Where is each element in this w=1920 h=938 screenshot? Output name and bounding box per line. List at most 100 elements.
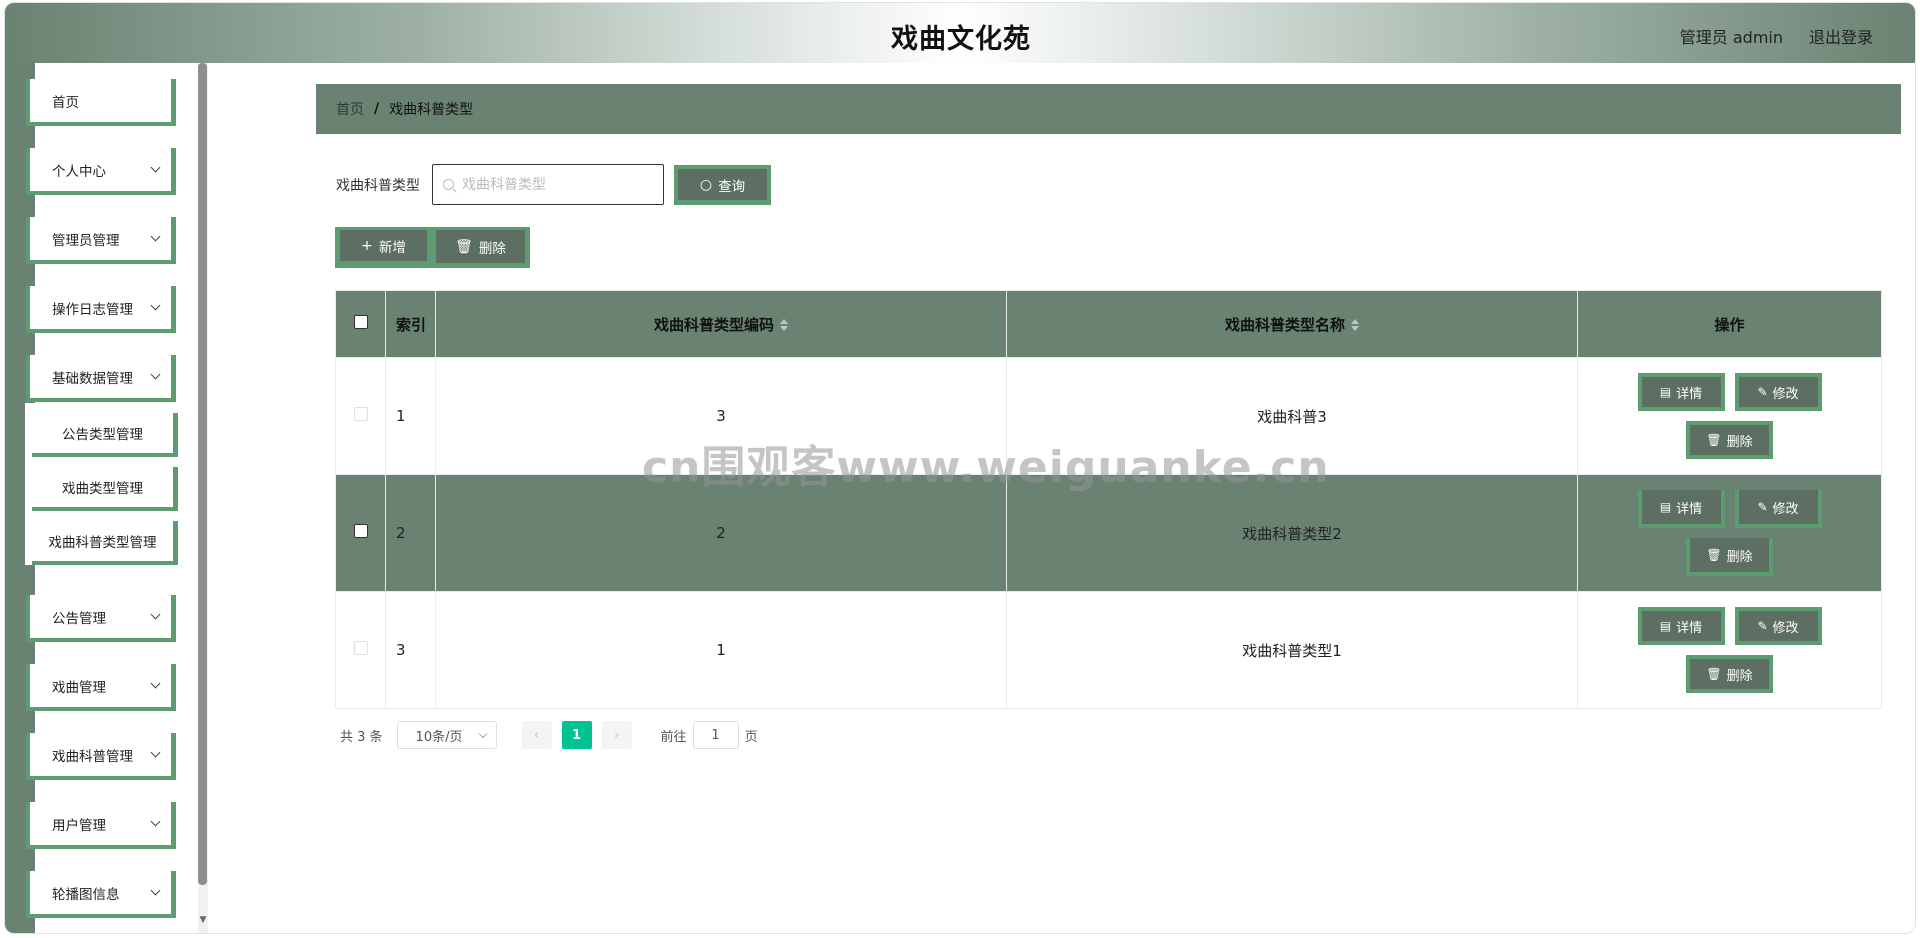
detail-button[interactable]: ▤ 详情 bbox=[1637, 607, 1725, 645]
edit-icon: ✎ bbox=[1757, 385, 1768, 399]
delete-button[interactable]: 🗑︎ 删除 bbox=[1686, 538, 1773, 576]
breadcrumb-separator: / bbox=[374, 101, 380, 117]
sidebar-item-label: 操作日志管理 bbox=[52, 301, 133, 318]
row-actions: ▤ 详情 ✎ 修改 🗑︎ 删除 bbox=[1577, 474, 1882, 592]
edit-button[interactable]: ✎ 修改 bbox=[1734, 373, 1822, 411]
chevron-down-icon bbox=[478, 729, 487, 739]
breadcrumb-current: 戏曲科普类型 bbox=[389, 102, 474, 118]
top-header: 戏曲文化苑 管理员 admin 退出登录 bbox=[5, 3, 1915, 63]
next-page-button[interactable]: › bbox=[601, 721, 632, 749]
sidebar: 首页 个人中心 管理员管理 操作日志管理 基础数据管理 公告类型管理 戏曲类型管… bbox=[5, 63, 208, 933]
sidebar-item-label: 轮播图信息 bbox=[52, 886, 120, 903]
sidebar-item-label: 戏曲科普管理 bbox=[52, 748, 133, 765]
breadcrumb-home[interactable]: 首页 bbox=[336, 99, 364, 119]
sidebar-item-carousel[interactable]: 轮播图信息 bbox=[26, 871, 176, 918]
logout-link[interactable]: 退出登录 bbox=[1809, 24, 1873, 48]
sidebar-item-opera[interactable]: 戏曲管理 bbox=[26, 664, 176, 711]
detail-button[interactable]: ▤ 详情 bbox=[1637, 490, 1725, 528]
delete-button-label: 删除 bbox=[1726, 434, 1753, 450]
bulk-delete-button-label: 删除 bbox=[478, 240, 506, 257]
plus-icon: + bbox=[361, 237, 373, 254]
sort-icon[interactable] bbox=[780, 318, 788, 332]
document-icon: ▤ bbox=[1659, 500, 1672, 514]
sidebar-item-oplog[interactable]: 操作日志管理 bbox=[26, 286, 176, 333]
prev-page-button[interactable]: ‹ bbox=[521, 721, 552, 749]
sidebar-item-admin[interactable]: 管理员管理 bbox=[26, 217, 176, 264]
select-all-checkbox[interactable] bbox=[353, 315, 368, 329]
edit-button[interactable]: ✎ 修改 bbox=[1734, 490, 1822, 528]
submenu-item-notice-type[interactable]: 公告类型管理 bbox=[32, 413, 178, 457]
row-select-cell bbox=[335, 474, 386, 592]
table-row: 3 1 戏曲科普类型1 ▤ 详情 ✎ 修改 🗑︎ 删除 bbox=[335, 591, 1882, 709]
column-header-index: 索引 bbox=[385, 290, 436, 358]
edit-icon: ✎ bbox=[1757, 619, 1768, 633]
app-title: 戏曲文化苑 bbox=[891, 24, 1031, 55]
column-header-code[interactable]: 戏曲科普类型编码 bbox=[435, 290, 1007, 358]
row-checkbox[interactable] bbox=[353, 524, 368, 538]
query-button[interactable]: ○ 查询 bbox=[674, 165, 771, 205]
sidebar-item-notice[interactable]: 公告管理 bbox=[26, 595, 176, 642]
sort-icon[interactable] bbox=[1351, 318, 1359, 332]
sidebar-item-label: 戏曲管理 bbox=[52, 679, 106, 696]
sidebar-scrollbar-thumb[interactable] bbox=[198, 63, 207, 885]
trash-icon: 🗑︎ bbox=[1706, 667, 1722, 681]
chevron-down-icon bbox=[150, 369, 161, 380]
detail-button-label: 详情 bbox=[1676, 501, 1703, 517]
chevron-down-icon bbox=[150, 300, 161, 311]
document-icon: ▤ bbox=[1659, 385, 1672, 399]
delete-button[interactable]: 🗑︎ 删除 bbox=[1686, 655, 1773, 693]
document-icon: ▤ bbox=[1659, 619, 1672, 633]
row-actions: ▤ 详情 ✎ 修改 🗑︎ 删除 bbox=[1577, 591, 1882, 709]
page-number-current[interactable]: 1 bbox=[561, 721, 592, 749]
delete-button-label: 删除 bbox=[1726, 668, 1753, 684]
column-header-label: 戏曲科普类型名称 bbox=[1224, 315, 1345, 334]
pagination-total: 共 3 条 bbox=[340, 729, 383, 745]
edit-button-label: 修改 bbox=[1772, 501, 1799, 517]
column-header-name[interactable]: 戏曲科普类型名称 bbox=[1006, 290, 1578, 358]
edit-button[interactable]: ✎ 修改 bbox=[1734, 607, 1822, 645]
row-checkbox[interactable] bbox=[353, 641, 368, 655]
sidebar-item-users[interactable]: 用户管理 bbox=[26, 802, 176, 849]
row-code: 1 bbox=[435, 591, 1007, 709]
row-index: 3 bbox=[385, 591, 436, 709]
row-index: 2 bbox=[385, 474, 436, 592]
sidebar-item-basedata[interactable]: 基础数据管理 bbox=[26, 355, 176, 402]
search-icon bbox=[443, 179, 454, 190]
search-field[interactable] bbox=[432, 164, 664, 205]
row-select-cell bbox=[335, 591, 386, 709]
submenu-item-opera-type[interactable]: 戏曲类型管理 bbox=[32, 467, 178, 511]
chevron-down-icon bbox=[150, 747, 161, 758]
search-input[interactable] bbox=[462, 176, 652, 193]
detail-button-label: 详情 bbox=[1676, 620, 1703, 636]
app-frame: 戏曲文化苑 管理员 admin 退出登录 首页 个人中心 管理员管理 操作日志管… bbox=[4, 2, 1916, 934]
edit-button-label: 修改 bbox=[1772, 620, 1799, 636]
column-header-label: 戏曲科普类型编码 bbox=[653, 315, 774, 334]
bulk-delete-button[interactable]: 🗑︎ 删除 bbox=[436, 230, 525, 263]
select-all-cell bbox=[335, 290, 386, 358]
chevron-down-icon bbox=[150, 609, 161, 620]
query-button-label: 查询 bbox=[718, 178, 746, 195]
sidebar-item-label: 个人中心 bbox=[52, 163, 106, 180]
current-user: 管理员 admin bbox=[1679, 28, 1783, 47]
detail-button-label: 详情 bbox=[1676, 386, 1703, 402]
sidebar-item-home[interactable]: 首页 bbox=[26, 79, 176, 126]
delete-button-label: 删除 bbox=[1726, 549, 1753, 565]
row-index: 1 bbox=[385, 357, 436, 475]
column-header-actions: 操作 bbox=[1577, 290, 1882, 358]
goto-page-input[interactable]: 1 bbox=[692, 721, 739, 749]
scroll-down-arrow-icon[interactable]: ▼ bbox=[198, 915, 208, 925]
trash-icon: 🗑︎ bbox=[455, 238, 473, 255]
edit-icon: ✎ bbox=[1757, 500, 1768, 514]
sidebar-item-science[interactable]: 戏曲科普管理 bbox=[26, 733, 176, 780]
row-checkbox[interactable] bbox=[353, 407, 368, 421]
add-button[interactable]: + 新增 bbox=[340, 230, 427, 263]
trash-icon: 🗑︎ bbox=[1706, 433, 1722, 447]
page-size-select[interactable]: 10条/页 bbox=[396, 721, 497, 749]
detail-button[interactable]: ▤ 详情 bbox=[1637, 373, 1725, 411]
delete-button[interactable]: 🗑︎ 删除 bbox=[1686, 421, 1773, 459]
search-icon: ○ bbox=[699, 176, 713, 193]
sidebar-item-label: 首页 bbox=[52, 94, 79, 111]
sidebar-item-profile[interactable]: 个人中心 bbox=[26, 148, 176, 195]
row-name: 戏曲科普类型1 bbox=[1006, 591, 1578, 709]
submenu-item-science-type[interactable]: 戏曲科普类型管理 bbox=[32, 521, 178, 565]
